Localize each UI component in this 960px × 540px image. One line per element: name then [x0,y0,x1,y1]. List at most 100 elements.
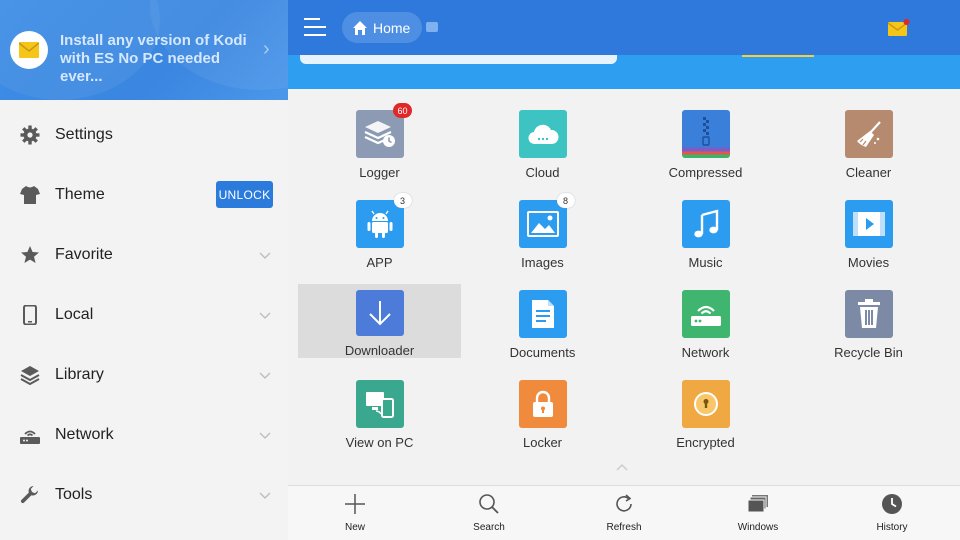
grid-item-cleaner[interactable]: Cleaner [787,110,950,184]
chevron-down-icon [259,252,271,259]
gear-icon [19,124,41,146]
grid-item-downloader[interactable]: Downloader [298,284,461,358]
grid-item-label: Downloader [344,343,415,358]
count-badge: 3 [393,193,412,208]
bottom-toolbar: New Search Refresh Windows History [288,485,960,540]
lock-icon [518,380,567,428]
sidebar-item-label: Network [55,426,114,443]
grid-item-movies[interactable]: Movies [787,200,950,274]
grid-item-recycle-bin[interactable]: Recycle Bin [787,290,950,364]
breadcrumb-label: Home [373,19,411,36]
promo-text: Install any version of Kodi with ES No P… [60,32,247,85]
history-button[interactable]: History [852,486,932,540]
sidebar-item-library[interactable]: Library [0,345,288,405]
zip-icon [681,110,730,158]
sidebar-item-label: Library [55,366,104,383]
sidebar-item-settings[interactable]: Settings [0,105,288,165]
toolbar-label: New [344,522,365,533]
windows-icon [746,492,770,516]
sidebar-item-network[interactable]: Network [0,405,288,465]
refresh-button[interactable]: Refresh [584,486,664,540]
windows-button[interactable]: Windows [718,486,798,540]
sidebar-item-label: Local [55,306,94,323]
hamburger-menu-icon[interactable] [304,17,326,37]
main-panel: Home 60 Logger Cloud Compressed Cleaner [288,0,960,540]
search-button[interactable]: Search [449,486,529,540]
chevron-down-icon [259,372,271,379]
chevron-down-icon [259,312,271,319]
grid-item-music[interactable]: Music [624,200,787,274]
movie-icon [844,200,893,248]
breadcrumb-home[interactable]: Home [342,12,423,43]
grid-item-images[interactable]: 8 Images [461,193,624,274]
sidebar-item-label: Favorite [55,246,113,263]
grid-item-label: Encrypted [676,435,735,450]
pc-phone-icon [355,380,404,428]
phone-icon [19,304,41,326]
star-icon [19,244,41,266]
storage-card[interactable] [300,55,617,64]
storage-indicator [742,55,814,57]
new-button[interactable]: New [315,486,395,540]
sidebar-item-label: Theme [55,186,105,203]
count-badge: 8 [556,193,575,208]
grid-item-compressed[interactable]: Compressed [624,110,787,184]
broom-icon [844,110,893,158]
grid-item-encrypted[interactable]: Encrypted [624,380,787,454]
logger-icon: 60 [355,103,412,158]
router-icon [681,290,730,338]
grid-item-documents[interactable]: Documents [461,290,624,364]
grid-item-label: Documents [509,345,576,360]
unlock-button[interactable]: UNLOCK [216,181,273,208]
grid-item-cloud[interactable]: Cloud [461,110,624,184]
grid-item-label: Cloud [525,165,560,180]
chevron-down-icon [259,492,271,499]
breadcrumb-tab-icon [426,22,438,32]
sidebar-item-favorite[interactable]: Favorite [0,225,288,285]
layers-icon [19,364,41,386]
keyhole-icon [681,380,730,428]
chevron-up-icon[interactable] [615,462,629,472]
grid-item-label: APP [366,255,393,270]
image-icon: 8 [518,193,575,248]
grid-item-logger[interactable]: 60 Logger [298,103,461,184]
wrench-icon [19,484,41,506]
grid-item-label: Recycle Bin [834,345,903,360]
sidebar-item-local[interactable]: Local [0,285,288,345]
android-icon: 3 [355,193,412,248]
refresh-icon [612,492,636,516]
sidebar-item-label: Settings [55,126,113,143]
grid-item-locker[interactable]: Locker [461,380,624,454]
router-icon [19,424,41,446]
sidebar-item-label: Tools [55,486,93,503]
promo-banner[interactable]: Install any version of Kodi with ES No P… [0,0,288,100]
grid-item-label: Movies [847,255,890,270]
grid-item-network[interactable]: Network [624,290,787,364]
mail-icon [10,31,48,69]
music-note-icon [681,200,730,248]
plus-icon [343,492,367,516]
cloud-icon [518,110,567,158]
count-badge: 60 [393,103,412,118]
toolbar-label: History [876,522,908,533]
chevron-right-icon: › [263,38,270,60]
download-icon [355,290,404,336]
grid-item-app[interactable]: 3 APP [298,193,461,274]
toolbar-label: Windows [737,522,779,533]
sidebar: Install any version of Kodi with ES No P… [0,0,288,540]
shirt-icon [19,184,41,206]
grid-item-label: Compressed [668,165,743,180]
grid-item-label: Network [681,345,730,360]
grid-item-label: Logger [359,165,400,180]
sidebar-item-theme[interactable]: Theme UNLOCK [0,165,288,225]
notification-mail-icon[interactable] [888,19,910,37]
grid-item-label: View on PC [345,435,414,450]
grid-item-view-on-pc[interactable]: View on PC [298,380,461,454]
clock-icon [880,492,904,516]
grid-item-label: Cleaner [845,165,892,180]
document-icon [518,290,567,338]
sidebar-item-tools[interactable]: Tools [0,465,288,525]
toolbar-label: Refresh [606,522,642,533]
chevron-down-icon [259,432,271,439]
top-bar: Home [288,0,960,55]
